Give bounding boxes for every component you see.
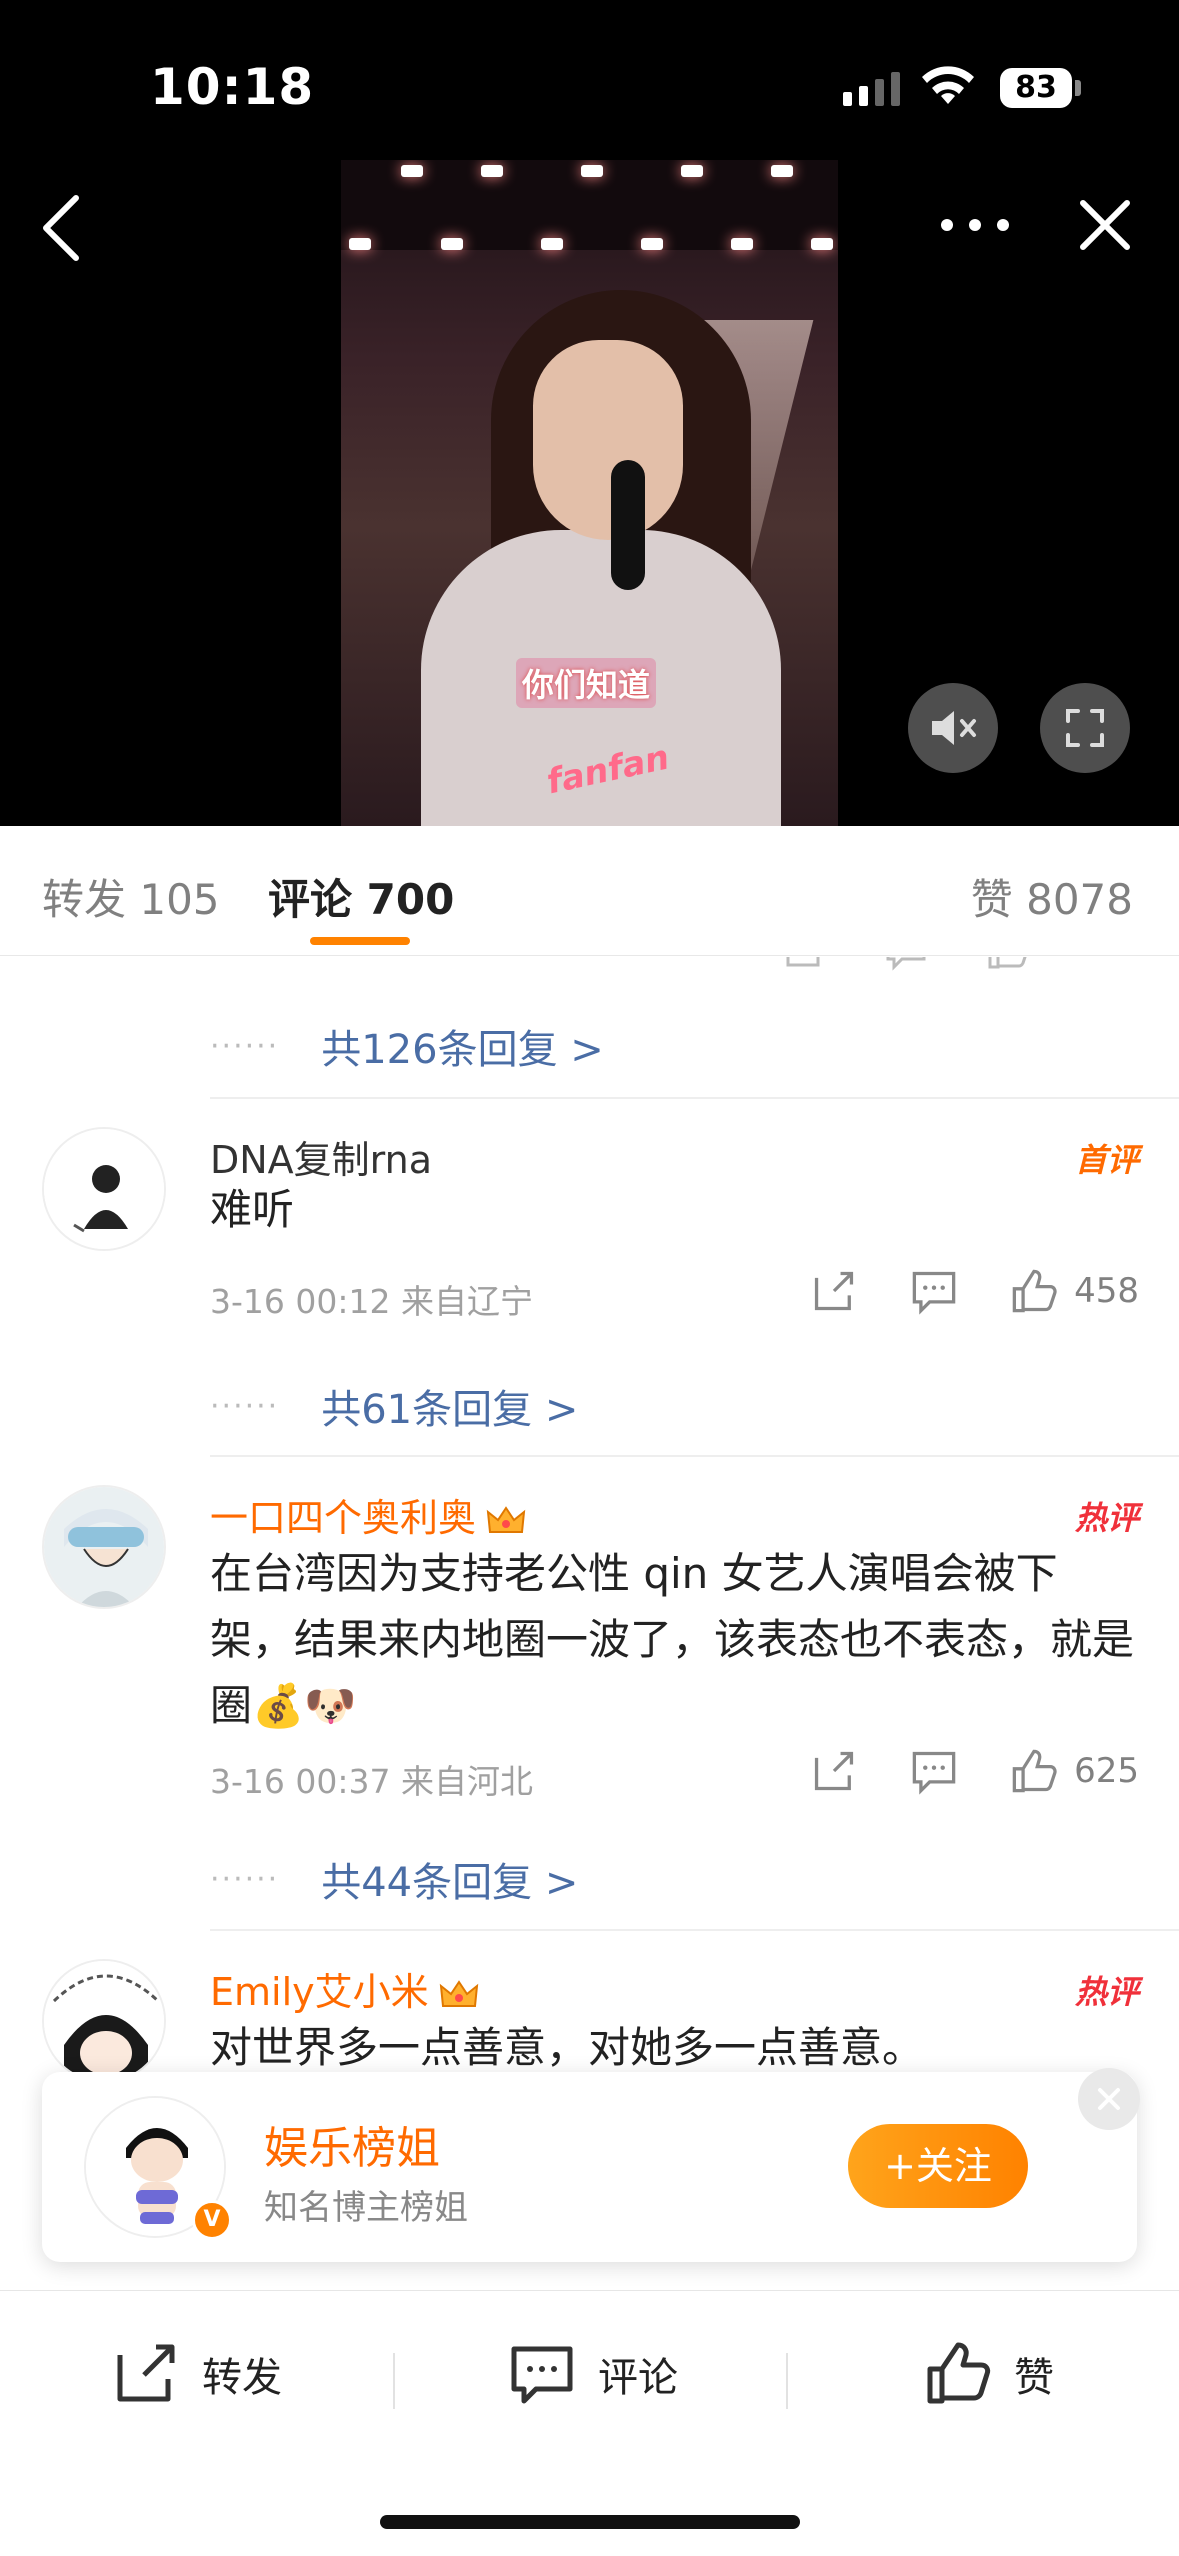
comment-divider [210, 1097, 1179, 1099]
singer-face [533, 340, 683, 540]
comment-actions: 625 [810, 1747, 1139, 1795]
fullscreen-button[interactable] [1040, 683, 1130, 773]
like-icon[interactable] [1010, 1267, 1058, 1315]
comment-icon[interactable] [910, 1267, 958, 1315]
speaker-muted-icon [932, 711, 976, 745]
video-header: 10:18 83 你们知道 fanfan [0, 0, 1179, 826]
stage-lights [341, 160, 838, 250]
commenter-name[interactable]: 一口四个奥利奥 [210, 1487, 526, 1542]
replies-count-text: 共61条回复 > [321, 1387, 579, 1433]
tab-repost[interactable]: 转发 105 [42, 866, 220, 927]
avatar-illustration [44, 1487, 164, 1607]
blogger-name[interactable]: 娱乐榜姐 [264, 2112, 440, 2176]
battery-indicator: 83 [1000, 68, 1072, 108]
more-options-icon[interactable] [935, 200, 1015, 250]
microphone [611, 460, 645, 590]
video-player[interactable]: 你们知道 fanfan [341, 160, 838, 826]
repost-button[interactable]: 转发 [112, 2341, 282, 2407]
commenter-avatar[interactable] [42, 1485, 166, 1609]
battery-cap [1075, 80, 1081, 96]
comment-divider [210, 1455, 1179, 1457]
vip-crown-icon [439, 1979, 478, 2007]
post-tabs: 转发 105 评论 700 赞 8078 [0, 826, 1179, 956]
home-indicator[interactable] [380, 2515, 800, 2529]
vip-crown-icon [486, 1505, 526, 1533]
comment-text: 在台湾因为支持老公性 qin 女艺人演唱会被下架，结果来内地圈一波了，该表态也不… [210, 1549, 1135, 1730]
mute-button[interactable] [908, 683, 998, 773]
commenter-name-text: 一口四个奥利奥 [210, 1496, 477, 1540]
comment-text: 难听 [210, 1185, 295, 1234]
back-icon[interactable] [30, 190, 90, 266]
view-replies-link[interactable]: ······ 共126条回复 > [210, 1017, 604, 1075]
active-tab-indicator [310, 937, 410, 945]
comment-icon [511, 2346, 573, 2404]
commenter-avatar[interactable] [42, 1127, 166, 1251]
first-comment-badge: 首评 [1074, 1141, 1139, 1179]
replies-count-text: 共44条回复 > [321, 1860, 579, 1906]
like-icon [927, 2342, 991, 2404]
comment-button[interactable]: 评论 [508, 2341, 678, 2407]
like-button[interactable]: 赞 [924, 2341, 1054, 2407]
like-label: 赞 [1014, 2355, 1054, 2401]
tab-likes[interactable]: 赞 8078 [971, 866, 1133, 927]
avatar-illustration [44, 1129, 164, 1249]
repost-icon [786, 957, 820, 967]
cellular-signal-icon [843, 72, 900, 106]
wifi-icon [922, 66, 974, 104]
comment-label: 评论 [598, 2355, 678, 2401]
like-icon [988, 957, 1027, 969]
close-card-button[interactable] [1078, 2068, 1140, 2130]
comment-divider [210, 1929, 1179, 1931]
hot-comment-badge: 热评 [1074, 1973, 1139, 2011]
avatar-illustration [44, 1961, 164, 2081]
close-icon [1098, 2088, 1120, 2110]
separator [786, 2353, 788, 2409]
comment-actions: 458 [810, 1267, 1139, 1315]
repost-icon[interactable] [810, 1747, 858, 1795]
comment-icon [886, 957, 926, 971]
follow-suggestion-card[interactable]: V 娱乐榜姐 知名博主榜姐 +关注 [42, 2068, 1140, 2262]
follow-button[interactable]: +关注 [848, 2124, 1028, 2208]
reply-dots: ······ [210, 1861, 280, 1897]
separator [393, 2353, 395, 2409]
hot-comment-badge: 热评 [1074, 1499, 1139, 1537]
video-caption: 你们知道 [516, 658, 657, 708]
like-icon[interactable] [1010, 1747, 1058, 1795]
comment-icon[interactable] [910, 1747, 958, 1795]
fullscreen-icon [1066, 709, 1104, 747]
reply-dots: ······ [210, 1388, 280, 1424]
commenter-name[interactable]: Emily艾小米 [210, 1961, 479, 2016]
like-count: 625 [1074, 1751, 1139, 1791]
repost-label: 转发 [202, 2355, 282, 2401]
close-icon[interactable] [1075, 195, 1135, 255]
status-time: 10:18 [150, 58, 315, 116]
view-replies-link[interactable]: ······ 共61条回复 > [210, 1377, 578, 1435]
verified-badge-icon: V [192, 2200, 232, 2240]
repost-icon[interactable] [810, 1267, 858, 1315]
comment-meta: 3-16 00:37 来自河北 [210, 1762, 533, 1801]
view-replies-link[interactable]: ······ 共44条回复 > [210, 1850, 578, 1908]
tab-comments[interactable]: 评论 700 [268, 866, 454, 927]
reply-dots: ······ [210, 1028, 280, 1064]
comment-meta: 3-16 00:12 来自辽宁 [210, 1282, 533, 1321]
blogger-description: 知名博主榜姐 [264, 2188, 468, 2228]
bottom-action-bar: 转发 评论 赞 [0, 2290, 1179, 2450]
commenter-name[interactable]: DNA复制rna [210, 1129, 432, 1184]
commenter-avatar[interactable] [42, 1959, 166, 2083]
replies-count-text: 共126条回复 > [321, 1027, 604, 1073]
commenter-name-text: Emily艾小米 [210, 1970, 429, 2014]
like-count: 458 [1074, 1271, 1139, 1311]
repost-icon [117, 2344, 175, 2402]
